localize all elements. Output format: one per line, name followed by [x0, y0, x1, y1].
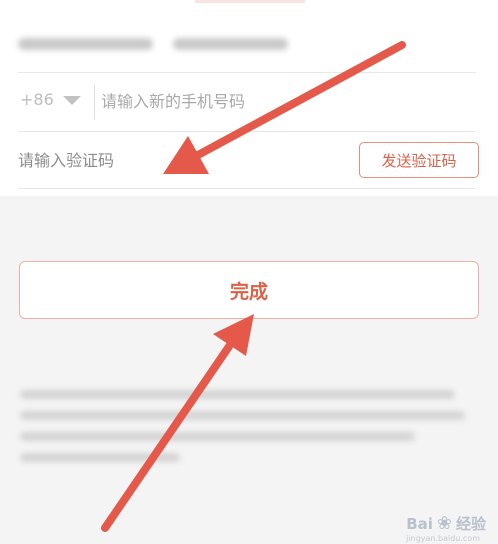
- red-arrow-icon: [101, 314, 254, 532]
- baidu-jingyan-watermark: Bai ❀ 经验: [406, 513, 486, 534]
- watermark-brand-suffix: 经验: [455, 515, 486, 533]
- watermark-brand-prefix: Bai: [406, 514, 433, 533]
- paw-icon: ❀: [436, 513, 452, 534]
- annotation-arrows: [101, 41, 406, 532]
- watermark-domain: jingyan.baidu.com: [406, 534, 480, 543]
- red-arrow-icon: [163, 41, 406, 174]
